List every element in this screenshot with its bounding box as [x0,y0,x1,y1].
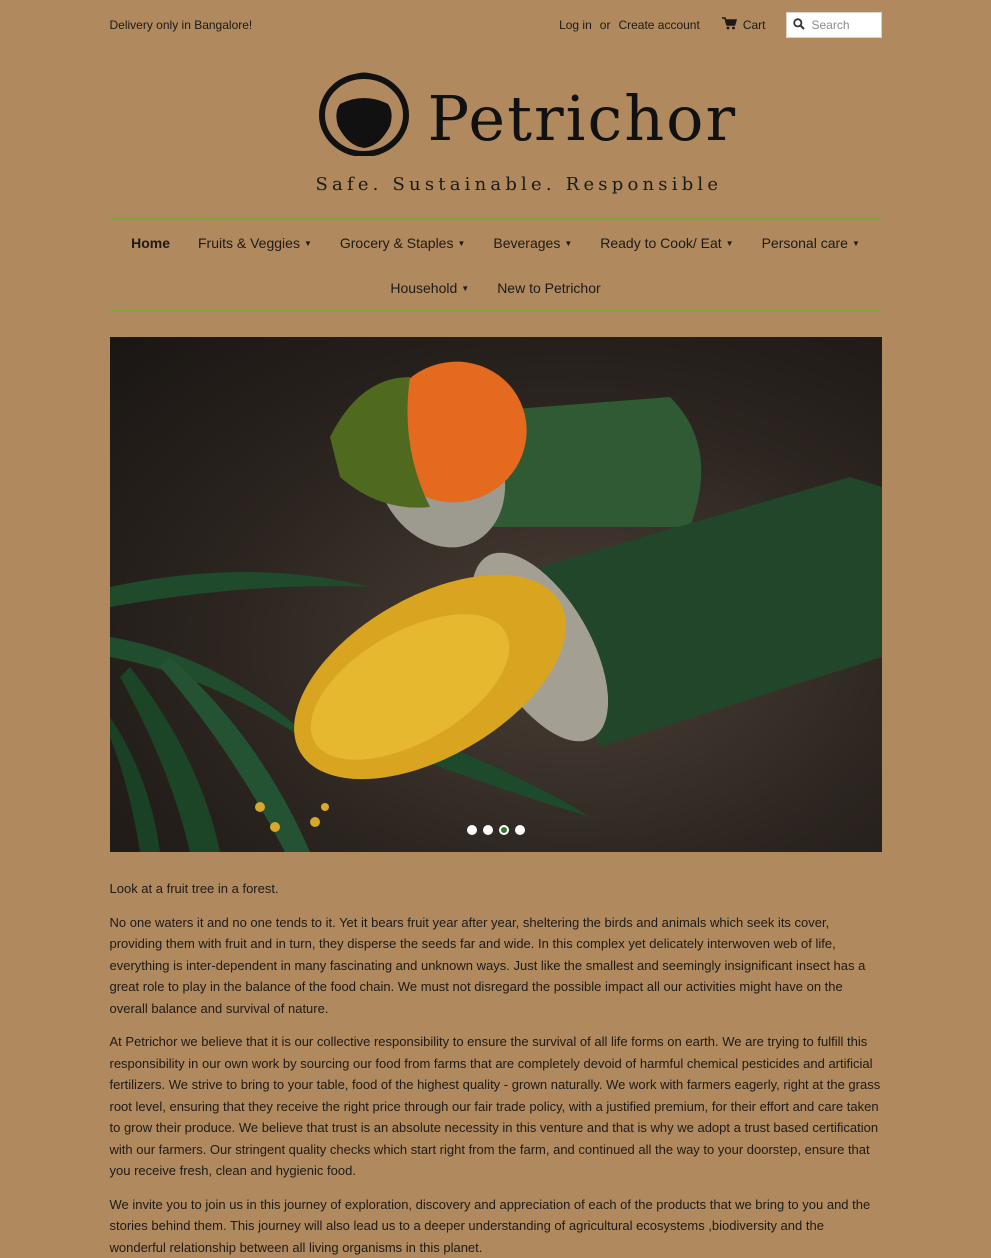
paragraph: No one waters it and no one tends to it.… [110,912,882,1020]
caret-down-icon: ▼ [564,239,572,248]
cart-label: Cart [743,18,766,32]
caret-down-icon: ▼ [726,239,734,248]
nav-item-beverages[interactable]: Beverages ▼ [493,235,572,251]
search-box[interactable] [786,12,882,38]
nav-row-2: Household ▼ New to Petrichor [110,265,882,310]
main-navigation: Home Fruits & Veggies ▼ Grocery & Staples… [110,218,882,312]
nav-label: Ready to Cook/ Eat [600,235,721,251]
nav-row-1: Home Fruits & Veggies ▼ Grocery & Staples… [110,220,882,265]
hero-image [110,337,882,852]
hero-slideshow[interactable] [110,337,882,852]
caret-down-icon: ▼ [461,284,469,293]
slide-dot-active[interactable] [499,825,509,835]
slide-dot[interactable] [515,825,525,835]
login-link[interactable]: Log in [559,18,592,32]
nav-item-grocery-staples[interactable]: Grocery & Staples▼ [340,235,466,251]
about-content: Look at a fruit tree in a forest. No one… [110,878,882,1258]
slide-dot[interactable] [467,825,477,835]
caret-down-icon: ▼ [304,239,312,248]
nav-item-household[interactable]: Household ▼ [390,280,469,296]
nav-item-home[interactable]: Home [131,235,170,251]
brand-name: Petrichor [428,88,738,150]
nav-label: Home [131,235,170,251]
caret-down-icon: ▼ [457,239,465,248]
search-icon[interactable] [793,18,805,33]
nav-item-ready-to-cook[interactable]: Ready to Cook/ Eat ▼ [600,235,733,251]
nav-item-new-to-petrichor[interactable]: New to Petrichor [497,280,600,296]
slideshow-dots [467,825,531,835]
nav-label: Household [390,280,457,296]
nav-label: Fruits & Veggies [198,235,300,251]
cart-icon [722,17,743,33]
paragraph: Look at a fruit tree in a forest. [110,878,882,900]
account-links: Log in or Create account Cart [559,12,881,38]
caret-down-icon: ▼ [852,239,860,248]
paragraph: At Petrichor we believe that it is our c… [110,1031,882,1182]
or-separator: or [600,18,611,32]
nav-item-fruits-veggies[interactable]: Fruits & Veggies ▼ [198,235,312,251]
delivery-note: Delivery only in Bangalore! [110,18,253,32]
search-input[interactable] [810,17,878,33]
nav-label: Beverages [493,235,560,251]
nav-label: Grocery & Staples [340,235,454,251]
nav-item-personal-care[interactable]: Personal care ▼ [762,235,860,251]
slide-dot[interactable] [483,825,493,835]
create-account-link[interactable]: Create account [618,18,699,32]
top-bar: Delivery only in Bangalore! Log in or Cr… [110,0,882,50]
cart-link[interactable]: Cart [722,17,766,33]
brand-tagline: Safe. Sustainable. Responsible [316,174,723,195]
nav-label: New to Petrichor [497,280,600,296]
nav-label: Personal care [762,235,848,251]
paragraph: We invite you to join us in this journey… [110,1194,882,1258]
pot-logo-icon [318,70,410,156]
site-logo[interactable]: Petrichor Safe. Sustainable. Responsible [110,50,882,218]
